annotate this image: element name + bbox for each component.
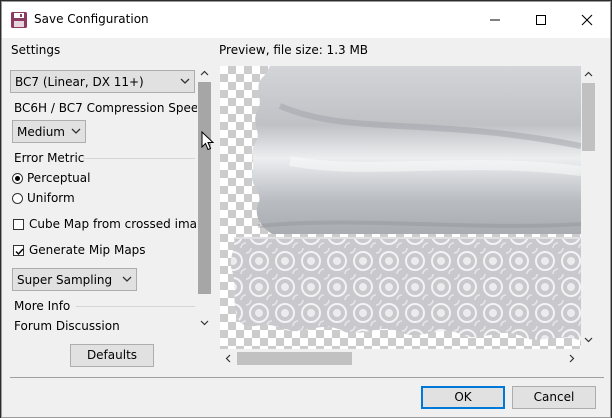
preview-image [230, 66, 581, 341]
forum-discussion-link[interactable]: Forum Discussion [14, 319, 120, 333]
compression-speed-select[interactable]: Medium [12, 120, 86, 143]
checkbox-box-checked [13, 244, 24, 256]
cube-map-checkbox[interactable]: Cube Map from crossed image [13, 217, 212, 231]
close-icon [581, 14, 593, 26]
radio-perceptual-label: Perceptual [27, 171, 91, 185]
compression-speed-value: Medium [17, 125, 65, 139]
settings-label: Settings [11, 43, 61, 57]
preview-vertical-scrollbar-thumb[interactable] [582, 83, 595, 151]
preview-horizontal-scrollbar-thumb[interactable] [237, 352, 352, 365]
radio-uniform-label: Uniform [27, 191, 75, 205]
checkmark-icon [15, 248, 24, 255]
group-divider [76, 306, 195, 307]
minimize-icon [490, 19, 500, 21]
texture-preview[interactable] [220, 66, 581, 349]
settings-panel: BC7 (Linear, DX 11+) BC6H / BC7 Compress… [10, 65, 212, 333]
save-dialog-icon [10, 11, 28, 29]
window-title: Save Configuration [34, 12, 149, 26]
title-bar[interactable]: Save Configuration [2, 2, 610, 38]
close-button[interactable] [564, 2, 610, 38]
chevron-down-icon [122, 276, 132, 282]
compression-speed-label: BC6H / BC7 Compression Speed [14, 101, 206, 115]
more-info-label: More Info [14, 299, 71, 313]
preview-vertical-scrollbar[interactable] [581, 66, 596, 349]
radio-uniform[interactable]: Uniform [12, 191, 75, 205]
cancel-button[interactable]: Cancel [512, 386, 596, 409]
maximize-button[interactable] [518, 2, 564, 38]
cube-map-label: Cube Map from crossed image [29, 217, 212, 231]
mouse-pointer-icon [201, 131, 214, 151]
preview-horizontal-scrollbar[interactable] [220, 349, 581, 367]
scroll-up-arrow-icon[interactable] [584, 71, 593, 77]
radio-dot [12, 192, 23, 204]
scroll-right-arrow-icon[interactable] [569, 354, 575, 363]
settings-scrollbar-thumb[interactable] [198, 82, 211, 294]
save-configuration-dialog: Save Configuration Settings Preview, fil… [1, 1, 611, 418]
mip-filter-select[interactable]: Super Sampling [12, 268, 137, 291]
defaults-button[interactable]: Defaults [70, 344, 154, 367]
format-select-value: BC7 (Linear, DX 11+) [15, 75, 144, 89]
checkbox-box [13, 218, 24, 230]
mip-maps-checkbox[interactable]: Generate Mip Maps [13, 243, 146, 257]
footer-divider [10, 377, 604, 378]
error-metric-label: Error Metric [14, 151, 85, 165]
scroll-left-arrow-icon[interactable] [225, 354, 231, 363]
chevron-down-icon [180, 78, 190, 84]
settings-scrollbar[interactable] [197, 65, 212, 333]
radio-dot-selected [12, 172, 23, 184]
group-divider [83, 158, 195, 159]
scroll-down-arrow-icon[interactable] [584, 337, 593, 343]
minimize-button[interactable] [472, 2, 518, 38]
format-select[interactable]: BC7 (Linear, DX 11+) [10, 70, 195, 93]
mip-maps-label: Generate Mip Maps [29, 243, 146, 257]
mip-filter-value: Super Sampling [17, 273, 113, 287]
chevron-down-icon [71, 128, 81, 134]
scroll-up-arrow-icon[interactable] [200, 70, 209, 76]
maximize-icon [536, 15, 546, 25]
scroll-down-arrow-icon[interactable] [200, 320, 209, 326]
ok-button[interactable]: OK [421, 386, 505, 409]
radio-perceptual[interactable]: Perceptual [12, 171, 90, 185]
preview-label: Preview, file size: 1.3 MB [219, 43, 369, 57]
